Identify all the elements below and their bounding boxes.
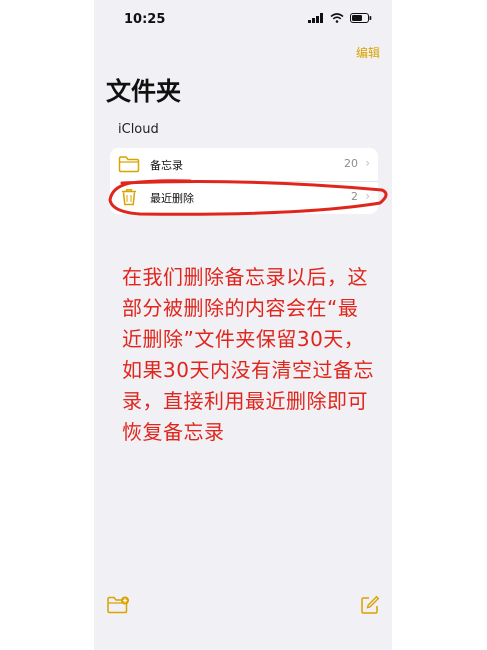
compose-icon[interactable] [360,595,380,615]
battery-icon [350,13,372,23]
folder-count: 2 [351,190,358,203]
annotation-text: 在我们删除备忘录以后，这部分被删除的内容会在“最近删除”文件夹保留30天，如果3… [122,265,374,444]
folder-row-notes[interactable]: 备忘录 20 › [110,148,378,182]
folder-count: 20 [344,157,358,170]
chevron-right-icon: › [365,156,370,170]
folder-name: 备忘录 [150,159,183,172]
section-title-icloud: iCloud [118,122,159,137]
status-time: 10:25 [124,12,166,27]
folder-row-recently-deleted[interactable]: 最近删除 2 › [110,181,378,214]
page-title: 文件夹 [106,77,182,106]
chevron-right-icon: › [365,189,370,203]
new-folder-icon[interactable] [106,595,130,615]
wifi-icon [330,13,344,23]
cellular-signal-icon [308,13,323,23]
edit-button[interactable]: 编辑 [356,44,380,61]
trash-icon [122,189,136,206]
folder-list: 备忘录 20 › 最近删除 2 › [110,148,378,214]
notes-app-screen: 10:25 编辑 文件夹 iCloud 备忘录 20 › 最近删除 2 › 在我… [94,0,392,650]
status-icons [308,13,372,23]
folder-icon [118,156,140,173]
folder-name: 最近删除 [150,192,194,205]
